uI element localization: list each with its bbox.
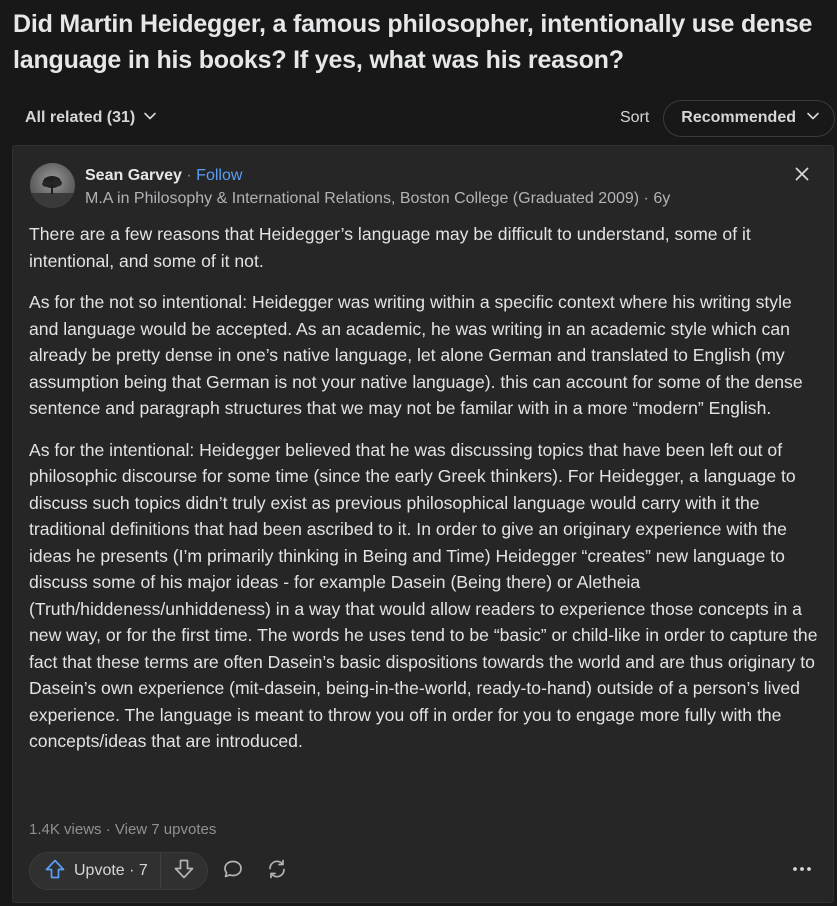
views-line: 1.4K views · View 7 upvotes — [29, 821, 216, 838]
all-related-label: All related (31) — [25, 109, 136, 126]
view-upvotes-link[interactable]: View 7 upvotes — [115, 821, 216, 838]
author-name[interactable]: Sean Garvey — [85, 167, 182, 184]
separator: · — [181, 167, 197, 184]
answer-body: There are a few reasons that Heidegger’s… — [29, 221, 821, 770]
action-bar: Upvote · 7 — [29, 852, 821, 890]
separator: · — [101, 821, 115, 838]
author-credential: M.A in Philosophy & International Relati… — [85, 190, 671, 207]
downvote-button[interactable] — [161, 853, 207, 889]
chevron-down-icon — [806, 109, 820, 128]
sort-dropdown[interactable]: Recommended — [663, 99, 835, 137]
upvote-label: Upvote · 7 — [74, 862, 148, 879]
sort-group: Sort Recommended — [619, 99, 835, 137]
share-icon — [266, 858, 288, 885]
author-line: Sean Garvey · Follow — [85, 166, 242, 186]
close-icon — [795, 167, 809, 186]
comment-icon — [222, 858, 244, 885]
question-title: Did Martin Heidegger, a famous philosoph… — [13, 10, 813, 74]
upvote-button[interactable]: Upvote · 7 — [30, 853, 161, 889]
close-button[interactable] — [791, 165, 813, 187]
share-button[interactable] — [258, 852, 296, 890]
chevron-down-icon — [143, 109, 157, 128]
sort-value: Recommended — [681, 109, 796, 126]
answer-card: Sean Garvey · Follow M.A in Philosophy &… — [12, 145, 834, 903]
upvote-arrow-icon — [44, 858, 66, 885]
more-icon — [791, 858, 813, 885]
vote-group: Upvote · 7 — [29, 852, 208, 890]
answer-paragraph: As for the not so intentional: Heidegger… — [29, 292, 803, 418]
follow-button[interactable]: Follow — [196, 167, 242, 184]
all-related-dropdown[interactable]: All related (31) — [13, 99, 169, 137]
sort-label: Sort — [619, 109, 650, 126]
filter-bar: All related (31) Sort Recommended — [13, 99, 835, 137]
view-count: 1.4K views — [29, 821, 102, 838]
downvote-arrow-icon — [173, 858, 195, 885]
avatar[interactable] — [30, 163, 75, 208]
more-options-button[interactable] — [783, 852, 821, 890]
answer-paragraph: There are a few reasons that Heidegger’s… — [29, 224, 751, 271]
answer-paragraph: As for the intentional: Heidegger believ… — [29, 439, 818, 752]
comment-button[interactable] — [214, 852, 252, 890]
